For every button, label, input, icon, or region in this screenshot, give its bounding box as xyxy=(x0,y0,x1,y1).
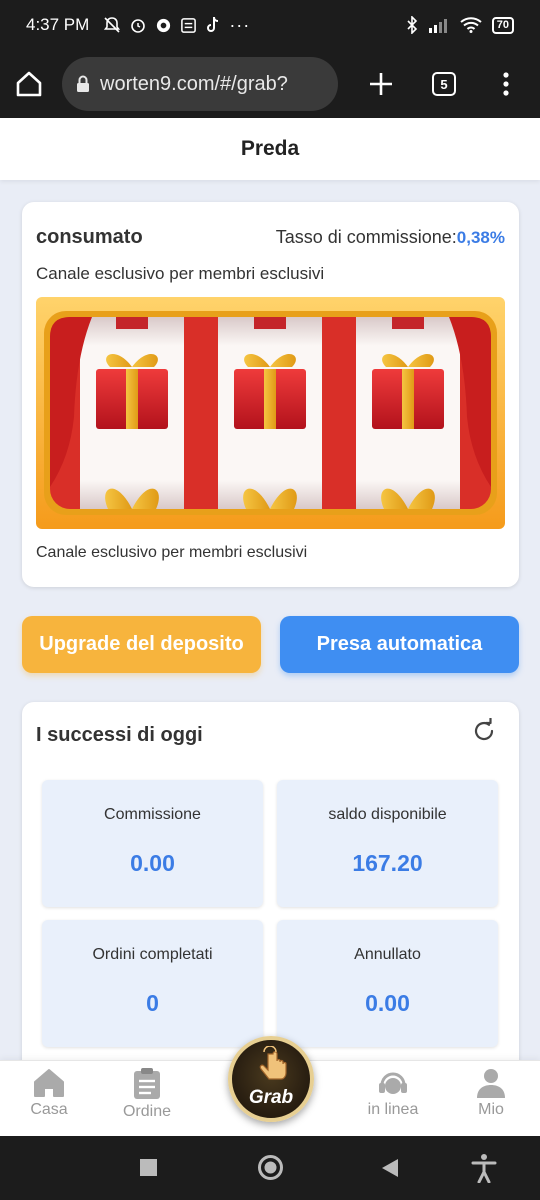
status-time: 4:37 PM xyxy=(26,15,90,34)
slot-subtitle: Canale esclusivo per membri esclusivi xyxy=(36,264,325,283)
accessibility-icon[interactable] xyxy=(471,1153,497,1183)
home-circle-icon[interactable] xyxy=(257,1154,284,1181)
url-text: worten9.com/#/grab? xyxy=(100,72,288,95)
address-bar[interactable]: worten9.com/#/grab? xyxy=(62,57,338,111)
grab-label: Grab xyxy=(248,1087,294,1108)
alarm-icon xyxy=(131,19,146,33)
nav-label: Ordine xyxy=(122,1103,172,1120)
battery-indicator: 70 xyxy=(491,16,514,34)
nav-item-profile[interactable]: Mio xyxy=(451,1067,531,1119)
commission-rate-label: Tasso di commissione: xyxy=(275,227,457,247)
slot-footer-text: Canale esclusivo per membri esclusivi xyxy=(36,544,308,561)
nav-item-online[interactable]: in linea xyxy=(353,1067,433,1119)
status-bar: 4:37 PM ··· 70 xyxy=(0,0,540,50)
nav-item-home[interactable]: Casa xyxy=(9,1067,89,1119)
slot-machine-image xyxy=(36,297,505,529)
recent-apps-icon[interactable] xyxy=(140,1159,157,1176)
tab-switcher-button[interactable]: 5 xyxy=(432,72,456,96)
wifi-icon xyxy=(460,17,482,33)
nav-item-orders[interactable]: Ordine xyxy=(107,1067,187,1121)
upgrade-deposit-button[interactable]: Upgrade del deposito xyxy=(22,616,261,673)
signal-icon xyxy=(428,19,447,33)
stat-label: Annullato xyxy=(354,946,421,963)
mute-bell-icon xyxy=(104,17,121,33)
stat-label: saldo disponibile xyxy=(328,806,447,823)
stat-completed-orders: Ordini completati 0 xyxy=(42,920,263,1047)
more-notifications-icon: ··· xyxy=(229,14,251,35)
stat-commission: Commissione 0.00 xyxy=(42,780,263,907)
grab-button[interactable]: Grab xyxy=(228,1036,314,1122)
headset-icon xyxy=(379,1072,407,1094)
commission-rate-value: 0,38% xyxy=(456,228,505,247)
browser-toolbar: worten9.com/#/grab? 5 xyxy=(0,50,540,118)
nav-label: Mio xyxy=(478,1101,504,1118)
auto-grab-button[interactable]: Presa automatica xyxy=(280,616,519,673)
overflow-menu-icon[interactable] xyxy=(502,71,510,97)
app-icon xyxy=(157,18,171,32)
system-navigation-bar xyxy=(0,1136,540,1200)
stat-value: 0 xyxy=(146,990,159,1016)
refresh-icon[interactable] xyxy=(471,718,497,744)
back-icon[interactable] xyxy=(381,1158,399,1178)
page-header: Preda xyxy=(0,118,540,180)
nav-label: Casa xyxy=(30,1101,68,1118)
news-icon xyxy=(181,17,197,33)
user-icon xyxy=(477,1069,505,1098)
stat-label: Commissione xyxy=(104,806,201,823)
stats-title: I successi di oggi xyxy=(36,724,203,746)
stat-cancelled: Annullato 0.00 xyxy=(277,920,498,1047)
clipboard-icon xyxy=(134,1068,160,1099)
home-icon xyxy=(34,1069,64,1097)
new-tab-icon[interactable] xyxy=(368,71,394,97)
stat-value: 0.00 xyxy=(130,850,175,876)
stat-value: 0.00 xyxy=(365,990,410,1016)
tiktok-icon xyxy=(207,16,219,32)
stat-label: Ordini completati xyxy=(92,946,213,963)
lock-icon xyxy=(77,75,89,92)
stat-value: 167.20 xyxy=(352,850,423,876)
page-title: Preda xyxy=(240,137,300,160)
slot-card: consumato Tasso di commissione: 0,38% Ca… xyxy=(22,202,519,587)
stat-available-balance: saldo disponibile 167.20 xyxy=(277,780,498,907)
tap-hand-icon xyxy=(259,1046,287,1080)
home-icon[interactable] xyxy=(14,69,44,99)
bluetooth-icon xyxy=(407,16,417,34)
nav-label: in linea xyxy=(367,1101,419,1118)
level-title: consumato xyxy=(36,226,143,248)
